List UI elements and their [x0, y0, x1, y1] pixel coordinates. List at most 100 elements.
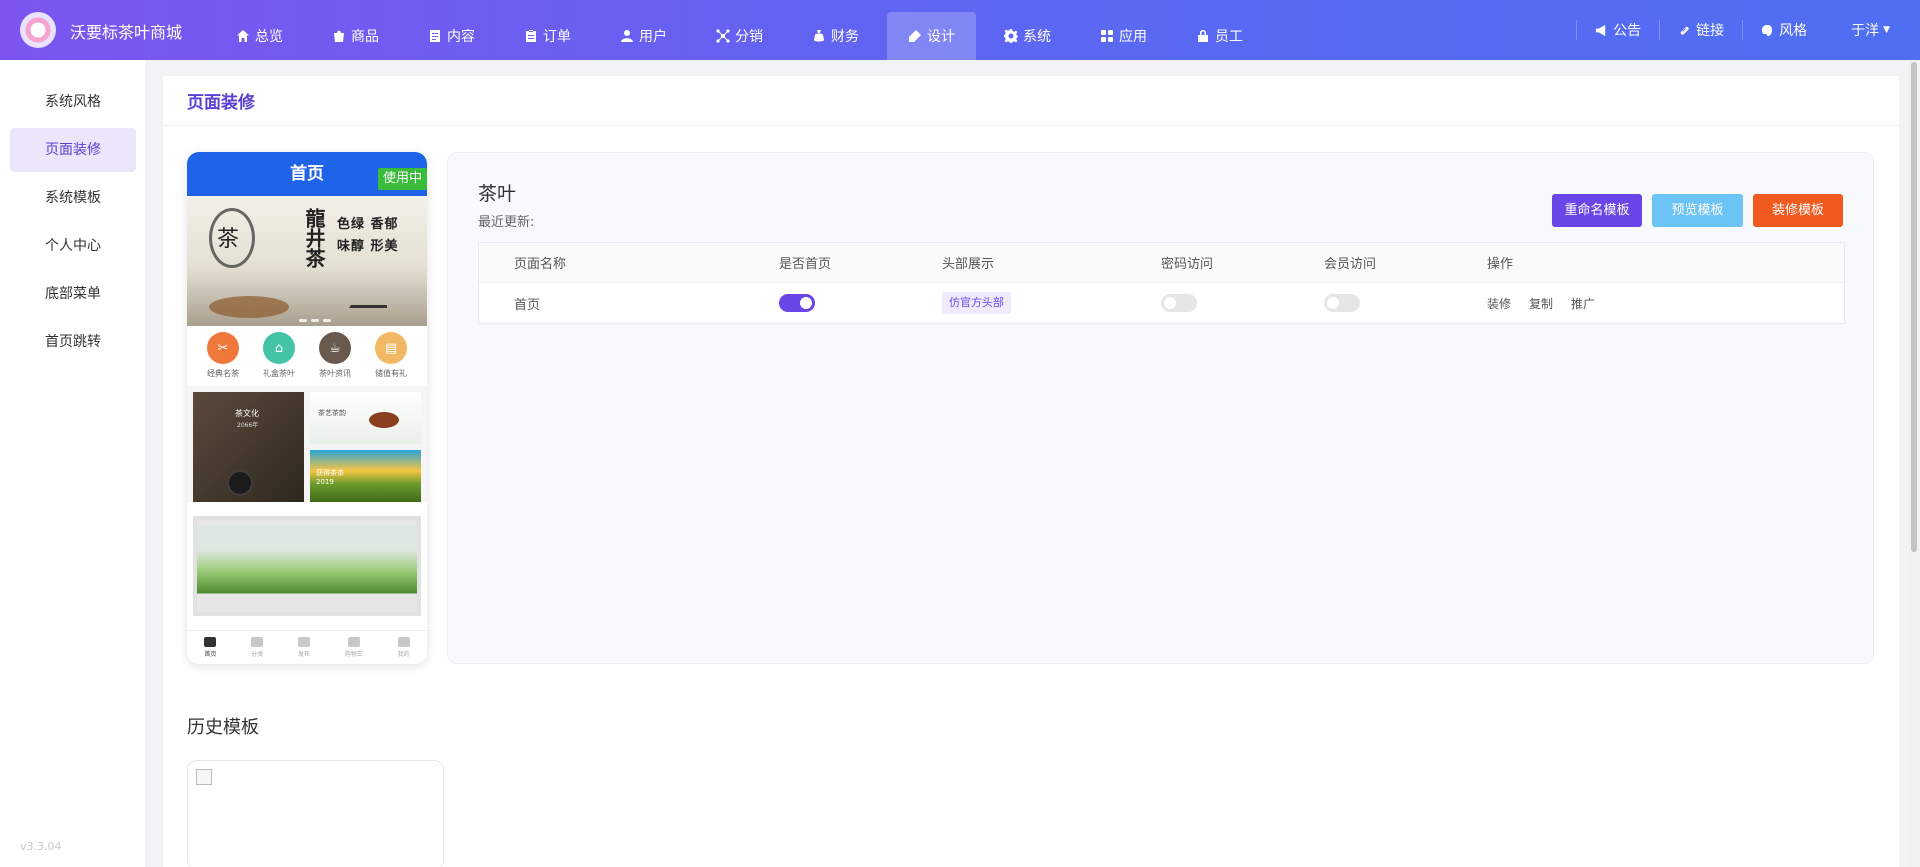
- tea-culture-tile: 茶文化 2066年: [193, 392, 304, 502]
- nav-item-staff[interactable]: 员工: [1175, 12, 1264, 60]
- copy-link[interactable]: 复制: [1529, 295, 1553, 312]
- in-use-badge: 使用中: [377, 168, 427, 190]
- link-button[interactable]: 链接: [1659, 20, 1742, 40]
- gear-icon: [1004, 29, 1018, 43]
- nav-label: 设计: [927, 29, 955, 45]
- stored-value-icon: ▤: [375, 332, 407, 364]
- tea-art-tile: 茶艺茶韵: [310, 392, 421, 444]
- tea-plantation-image: [193, 516, 421, 616]
- template-card: 茶叶 最近更新: 重命名模板 预览模板 装修模板 页面名称 是否首页 头部展示 …: [447, 152, 1874, 664]
- notice-button[interactable]: 公告: [1576, 20, 1659, 40]
- nav-item-overview[interactable]: 总览: [215, 12, 304, 60]
- decorate-link[interactable]: 装修: [1487, 295, 1511, 312]
- main-nav: 总览 商品 内容 订单 用户 分销 财务 设计 系统 应用 员工: [215, 12, 1271, 60]
- decorate-template-button[interactable]: 装修模板: [1753, 194, 1843, 227]
- tab-label: 我的: [397, 651, 410, 658]
- megaphone-icon: [1596, 24, 1606, 36]
- banner-image: 茶 龍井茶 色绿 香郁 味醇 形美: [187, 196, 427, 326]
- password-access-toggle[interactable]: [1161, 294, 1197, 312]
- table-row: 首页 仿官方头部 装修 复制 推广: [479, 283, 1844, 323]
- tile-title: 获得茶茶 2019: [316, 468, 344, 486]
- shortcut-item: ▤ 储值有礼: [365, 332, 417, 382]
- sidebar-item-personal-center[interactable]: 个人中心: [10, 224, 136, 268]
- page-scrollbar[interactable]: [1908, 60, 1920, 867]
- clipboard-icon: [526, 30, 536, 42]
- banner-slogan: 色绿 香郁 味醇 形美: [337, 214, 399, 258]
- header-tools: 公告 链接 风格 于洋 ▼: [1576, 0, 1900, 60]
- column-header-member-access: 会员访问: [1324, 257, 1377, 272]
- tea-cup-illustration: [227, 470, 253, 496]
- nav-item-users[interactable]: 用户: [599, 12, 688, 60]
- nav-item-orders[interactable]: 订单: [503, 12, 592, 60]
- nav-label: 财务: [831, 29, 859, 45]
- bag-icon: [334, 30, 344, 42]
- tab-label: 发布: [297, 651, 310, 658]
- table-header-row: 页面名称 是否首页 头部展示 密码访问 会员访问 操作: [479, 243, 1844, 283]
- sidebar: 系统风格 页面装修 系统模板 个人中心 底部菜单 首页跳转 v3.3.04: [0, 60, 145, 867]
- style-button[interactable]: 风格: [1742, 20, 1825, 40]
- nav-item-content[interactable]: 内容: [407, 12, 496, 60]
- nav-item-apps[interactable]: 应用: [1079, 12, 1168, 60]
- tea-field-tile: 获得茶茶 2019: [310, 450, 421, 502]
- category-icon: [251, 637, 264, 647]
- sidebar-item-bottom-menu[interactable]: 底部菜单: [10, 272, 136, 316]
- link-icon: [1679, 25, 1690, 36]
- history-template-card[interactable]: [187, 760, 444, 867]
- top-bar: 沃要标茶叶商城 总览 商品 内容 订单 用户 分销 财务 设计 系统 应用 员工…: [0, 0, 1920, 60]
- scrollbar-thumb[interactable]: [1911, 62, 1917, 552]
- history-templates-title: 历史模板: [187, 717, 259, 738]
- nav-item-design[interactable]: 设计: [887, 12, 976, 60]
- sidebar-item-system-style[interactable]: 系统风格: [10, 80, 136, 124]
- user-menu[interactable]: 于洋 ▼: [1825, 20, 1900, 40]
- tile-subtitle: 2019: [316, 478, 334, 486]
- nav-item-distribution[interactable]: 分销: [695, 12, 784, 60]
- sidebar-item-system-template[interactable]: 系统模板: [10, 176, 136, 220]
- is-home-toggle[interactable]: [779, 294, 815, 312]
- slogan-line: 味醇 形美: [337, 239, 399, 254]
- shortcut-label: 储值有礼: [375, 369, 407, 378]
- nav-label: 用户: [639, 29, 667, 45]
- style-label: 风格: [1779, 23, 1808, 39]
- sidebar-item-page-decoration[interactable]: 页面装修: [10, 128, 136, 172]
- promote-link[interactable]: 推广: [1571, 295, 1595, 312]
- preview-template-button[interactable]: 预览模板: [1652, 194, 1743, 227]
- member-access-toggle[interactable]: [1324, 294, 1360, 312]
- network-icon: [716, 29, 730, 43]
- home-icon: [237, 30, 249, 42]
- nav-item-system[interactable]: 系统: [983, 12, 1072, 60]
- page-title: 页面装修: [187, 93, 255, 113]
- header-style-tag: 仿官方头部: [942, 292, 1011, 314]
- shortcut-item: ☕ 茶叶资讯: [309, 332, 361, 382]
- template-name: 茶叶: [478, 183, 517, 205]
- last-updated-label: 最近更新:: [478, 215, 535, 230]
- user-icon: [397, 637, 410, 647]
- page-header: 页面装修: [163, 76, 1899, 126]
- rename-template-button[interactable]: 重命名模板: [1552, 194, 1642, 227]
- nav-label: 分销: [735, 29, 763, 45]
- sidebar-item-home-redirect[interactable]: 首页跳转: [10, 320, 136, 364]
- shortcut-icons: ✂ 经典名茶 ⌂ 礼盒茶叶 ☕ 茶叶资讯 ▤ 储值有礼: [187, 326, 427, 382]
- phone-preview[interactable]: 首页 使用中 茶 龍井茶 色绿 香郁 味醇 形美 ✂ 经典名茶 ⌂ 礼盒茶叶 ☕…: [187, 152, 427, 664]
- nav-item-finance[interactable]: 财务: [791, 12, 880, 60]
- slogan-line: 色绿 香郁: [337, 217, 399, 232]
- link-label: 链接: [1696, 23, 1725, 39]
- home-icon: [204, 637, 217, 647]
- shortcut-label: 礼盒茶叶: [263, 369, 295, 378]
- content-tiles: 茶文化 2066年 茶艺茶韵 获得茶茶 2019: [187, 386, 427, 502]
- member-access-cell: [1324, 283, 1487, 323]
- tab-mine: 我的: [397, 637, 410, 658]
- brand-name: 沃要标茶叶商城: [70, 23, 183, 42]
- user-name: 于洋: [1851, 23, 1880, 39]
- plus-icon: [297, 637, 310, 647]
- tab-label: 分类: [251, 651, 264, 658]
- lock-icon: [1198, 30, 1208, 42]
- tile-subtitle: 2066年: [237, 422, 259, 429]
- teaware-illustration: [209, 296, 289, 318]
- teapot-illustration: [369, 412, 399, 428]
- seal-text: 茶: [217, 227, 240, 252]
- column-header-password-access: 密码访问: [1161, 257, 1214, 272]
- template-actions: 重命名模板 预览模板 装修模板: [1552, 194, 1843, 227]
- nav-item-products[interactable]: 商品: [311, 12, 400, 60]
- tab-category: 分类: [251, 637, 263, 658]
- shortcut-label: 经典名茶: [207, 369, 239, 378]
